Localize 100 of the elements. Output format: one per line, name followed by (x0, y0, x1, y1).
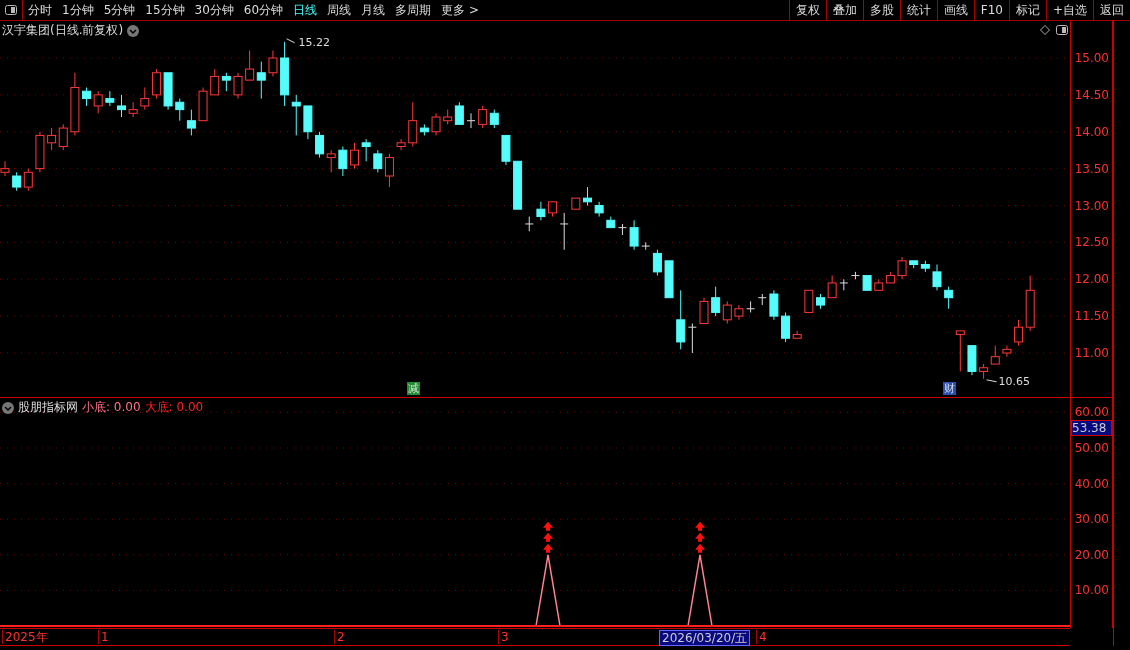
axis-label: 14.50 (1074, 88, 1109, 101)
period-tab[interactable]: 日线 (288, 0, 323, 20)
period-tab[interactable]: 30分钟 (189, 0, 239, 20)
period-tab[interactable]: 15分钟 (140, 0, 190, 20)
leader-line (286, 38, 296, 44)
toolbar-button[interactable]: 复权 (788, 0, 826, 20)
candlestick (151, 68, 161, 100)
candlestick (338, 146, 348, 177)
candlestick (571, 197, 581, 210)
axis-label: 15.00 (1074, 52, 1109, 64)
candlestick (536, 201, 546, 221)
toolbar-button[interactable]: F10 (973, 0, 1009, 20)
candlestick (47, 127, 57, 151)
price-label: 15.22 (298, 36, 331, 49)
diamond-icon[interactable] (1040, 25, 1050, 35)
candlestick (862, 275, 872, 291)
axis-label: 13.00 (1074, 199, 1109, 212)
candlestick (990, 345, 1000, 365)
candlestick (221, 72, 231, 92)
axis-label: 50.00 (1074, 442, 1109, 454)
event-marker[interactable]: 财 (942, 382, 956, 395)
price-label: 10.65 (998, 375, 1031, 388)
axis-label: 12.00 (1074, 273, 1109, 286)
stock-title: 汉宇集团(日线.前复权) (2, 22, 124, 39)
candlestick (70, 72, 80, 136)
candlestick (804, 289, 814, 313)
toolbar-button[interactable]: 返回 (1093, 0, 1130, 20)
candlestick (885, 271, 895, 284)
candlestick (396, 138, 406, 151)
candlestick (501, 134, 511, 166)
panel-toggle-icon[interactable] (1056, 25, 1068, 35)
period-tab[interactable]: 更多 > (436, 0, 484, 20)
candlestick (198, 87, 208, 122)
toolbar-button[interactable]: +自选 (1045, 0, 1093, 20)
candlestick (140, 87, 150, 111)
axis-label: 40.00 (1074, 477, 1109, 490)
period-tab[interactable]: 月线 (356, 0, 391, 20)
candlestick (245, 50, 255, 81)
candlestick (513, 160, 523, 210)
candlestick (478, 105, 488, 129)
candlestick (746, 300, 756, 313)
candlestick (315, 131, 325, 159)
toolbar-button[interactable]: 标记 (1008, 0, 1046, 20)
period-tab[interactable]: 多周期 (390, 0, 437, 20)
candlestick (874, 278, 884, 291)
candlestick (955, 330, 965, 372)
date-label: 4 (756, 630, 769, 644)
candlestick (58, 123, 68, 151)
axis-label: 60.00 (1074, 406, 1109, 419)
toolbar-button[interactable]: 画线 (936, 0, 974, 20)
period-tab[interactable]: 分时 (23, 0, 57, 20)
date-label: 2026/03/20/五 (659, 630, 751, 646)
axis-label: 11.00 (1074, 347, 1109, 359)
candlestick (734, 304, 744, 321)
toolbar-button[interactable]: 统计 (899, 0, 937, 20)
candlestick (117, 94, 126, 118)
indicator-value: 小底: 0.00 (82, 399, 141, 416)
period-tab[interactable]: 周线 (322, 0, 357, 20)
candlestick (268, 50, 278, 77)
candlestick (816, 293, 825, 310)
toolbar-button[interactable]: 多股 (862, 0, 900, 20)
period-tab[interactable]: 5分钟 (98, 0, 141, 20)
date-label: 2 (334, 630, 347, 644)
leader-line (986, 379, 998, 383)
axis-label: 20.00 (1074, 548, 1109, 561)
candlestick (82, 87, 92, 107)
toolbar-button[interactable]: 叠加 (825, 0, 863, 20)
candlestick (617, 223, 627, 236)
current-value-label: 53.38 (1071, 420, 1112, 437)
axis-label: 13.50 (1074, 162, 1109, 175)
candlestick (664, 260, 674, 299)
candlestick (1002, 345, 1012, 358)
candlestick (699, 297, 709, 324)
candlestick (722, 300, 732, 324)
candlestick (944, 286, 954, 310)
period-tab[interactable]: 60分钟 (238, 0, 289, 20)
candlestick (594, 201, 604, 218)
indicator-name: 股朋指标网 (18, 399, 78, 416)
candlestick (12, 171, 22, 192)
candlestick (93, 90, 103, 114)
candlestick (757, 293, 767, 306)
axis-label: 11.50 (1074, 310, 1109, 323)
axis-label: 12.50 (1074, 236, 1109, 249)
candlestick (967, 345, 977, 376)
candlestick (35, 131, 45, 173)
axis-label: 10.00 (1074, 584, 1109, 597)
candlestick (897, 256, 907, 280)
candlestick (629, 219, 639, 251)
candlestick (583, 186, 592, 206)
dropdown-icon[interactable] (2, 401, 14, 414)
candlestick (827, 275, 837, 299)
date-label: 1 (98, 630, 111, 644)
candlestick (932, 264, 942, 291)
period-tab[interactable]: 1分钟 (57, 0, 99, 20)
candlestick (524, 216, 534, 232)
candlestick (186, 109, 196, 136)
candlestick (128, 101, 138, 118)
date-label: 2025年 (2, 630, 50, 644)
dropdown-icon[interactable] (127, 24, 140, 37)
candlestick (326, 149, 336, 173)
